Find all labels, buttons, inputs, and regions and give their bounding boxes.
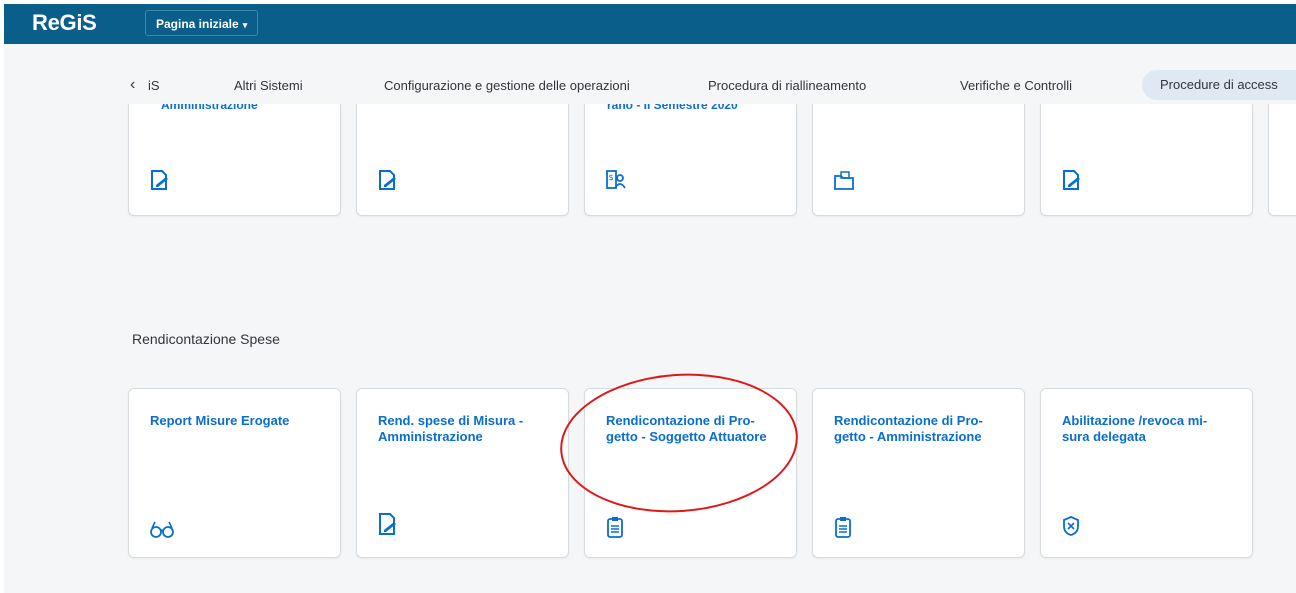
clipboard-icon <box>835 517 851 538</box>
tab-procedure-accesso[interactable]: Procedure di access <box>1142 70 1296 100</box>
tile-title: Report Misure Erogate <box>150 413 290 428</box>
tile-top-4[interactable] <box>812 104 1025 216</box>
tile-top-5-title <box>1063 104 1213 118</box>
svg-text:$: $ <box>609 173 614 182</box>
tab-verifiche-controlli[interactable]: Verifiche e Controlli <box>960 78 1072 93</box>
home-menu-label: Pagina iniziale <box>156 17 239 31</box>
tile-top-1[interactable]: Amministrazione <box>128 104 341 216</box>
tile-abilitazione-revoca-misura[interactable]: Abilitazione /revoca mi-sura delegata <box>1040 388 1253 558</box>
edit-document-icon <box>379 170 396 190</box>
app-frame: ReGiS Pagina iniziale ▾ ‹ iS Altri Sistem… <box>4 4 1296 593</box>
home-menu-button[interactable]: Pagina iniziale ▾ <box>145 10 259 36</box>
tile-title: Abilitazione /revoca mi-sura delegata <box>1062 413 1208 444</box>
chevron-down-icon: ▾ <box>242 20 248 30</box>
tile-title: Rend. spese di Misura - Amministrazione <box>378 413 524 444</box>
payment-user-icon: $ <box>606 170 626 189</box>
anchor-navigation-bar: ‹ iS Altri Sistemi Configurazione e gest… <box>4 66 1296 106</box>
tile-top-6-partial[interactable] <box>1268 104 1296 216</box>
tile-top-3[interactable]: rano - II Semestre 2020 $ <box>584 104 797 216</box>
section-title: Rendicontazione Spese <box>132 331 280 347</box>
tile-report-misure-erogate[interactable]: Report Misure Erogate <box>128 388 341 558</box>
tab-altri-sistemi[interactable]: Altri Sistemi <box>234 78 303 93</box>
regis-logo[interactable]: ReGiS <box>32 10 97 36</box>
clipboard-icon <box>607 517 623 538</box>
shield-x-icon <box>1063 516 1079 536</box>
tile-top-1-title: Amministrazione <box>161 104 258 112</box>
edit-document-icon <box>151 170 168 190</box>
tab-is[interactable]: iS <box>148 78 160 93</box>
folder-photo-icon <box>834 171 854 190</box>
tile-top-4-title <box>835 104 985 118</box>
scroll-left-icon[interactable]: ‹ <box>130 76 135 94</box>
tile-rendicontazione-progetto-amministrazione[interactable]: Rendicontazione di Pro-getto - Amministr… <box>812 388 1025 558</box>
glasses-icon <box>150 521 174 538</box>
tab-procedura-riallineamento[interactable]: Procedura di riallineamento <box>708 78 866 93</box>
tile-title: Rendicontazione di Pro-getto - Amministr… <box>834 413 983 444</box>
tile-rend-spese-misura[interactable]: Rend. spese di Misura - Amministrazione <box>356 388 569 558</box>
tile-top-5[interactable] <box>1040 104 1253 216</box>
tile-top-3-title: rano - II Semestre 2020 <box>607 104 738 112</box>
edit-document-icon <box>1063 170 1080 190</box>
shell-bar: ReGiS Pagina iniziale ▾ <box>4 4 1296 44</box>
tile-top-2[interactable] <box>356 104 569 216</box>
tile-top-2-title <box>379 104 529 118</box>
edit-document-icon <box>379 513 396 535</box>
tab-configurazione[interactable]: Configurazione e gestione delle operazio… <box>384 78 630 93</box>
